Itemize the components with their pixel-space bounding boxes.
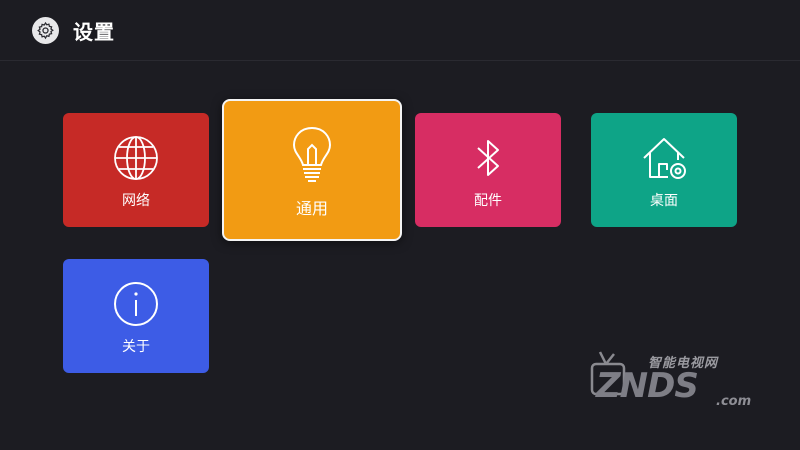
tile-label: 网络 <box>122 193 150 209</box>
page-title: 设置 <box>73 20 115 44</box>
info-icon <box>112 280 160 328</box>
tile-label: 关于 <box>122 339 150 355</box>
watermark-brand: ZNDS <box>596 366 699 406</box>
globe-icon <box>112 134 160 182</box>
tile-label: 桌面 <box>650 193 678 209</box>
tile-desktop[interactable]: 桌面 <box>591 113 737 227</box>
watermark-domain: .com <box>716 394 752 409</box>
tile-general[interactable]: 通用 <box>222 99 402 241</box>
home-settings-icon <box>640 134 688 182</box>
tile-about[interactable]: 关于 <box>63 259 209 373</box>
tile-label: 通用 <box>295 199 328 218</box>
tile-network[interactable]: 网络 <box>63 113 209 227</box>
watermark-logo: 智能电视网 ZNDS .com <box>588 350 768 420</box>
top-bar: 设置 <box>0 0 800 61</box>
bluetooth-icon <box>464 134 512 182</box>
gear-icon <box>32 17 59 44</box>
tile-label: 配件 <box>474 193 502 209</box>
tile-accessory[interactable]: 配件 <box>415 113 561 227</box>
lightbulb-icon <box>290 125 334 185</box>
